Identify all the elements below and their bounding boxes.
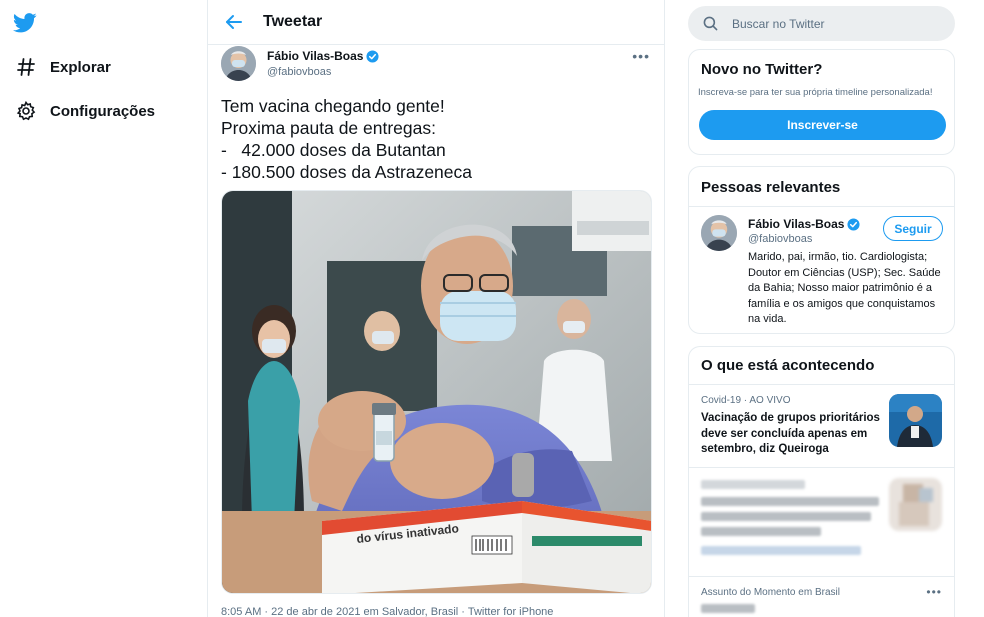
nav-item-label: Configurações <box>50 102 156 120</box>
search-icon <box>703 16 718 31</box>
trend-thumbnail <box>889 394 942 447</box>
person-name-row[interactable]: Fábio Vilas-Boas <box>748 217 861 231</box>
signup-card: Novo no Twitter? Inscreva-se para ter su… <box>688 49 955 155</box>
relevant-people-title: Pessoas relevantes <box>701 179 841 196</box>
blurred-text <box>701 527 821 536</box>
verified-badge-icon <box>366 49 380 63</box>
photo-illustration: do vírus inativado <box>222 191 651 593</box>
left-nav: Explorar Configurações <box>0 0 207 617</box>
blurred-text <box>701 497 879 506</box>
person-bio: Marido, pai, irmão, tio. Cardiologista; … <box>748 251 941 325</box>
trends-card: O que está acontecendo Covid-19 · AO VIV… <box>688 346 955 617</box>
relevant-people-card: Pessoas relevantes Fábio Vilas-Boas @fab… <box>688 166 955 334</box>
trend-thumbnail <box>889 478 942 531</box>
author-handle[interactable]: @fabiovboas <box>267 66 379 78</box>
page-title: Tweetar <box>263 13 323 30</box>
right-sidebar: Novo no Twitter? Inscreva-se para ter su… <box>688 0 955 617</box>
search-box[interactable] <box>688 6 955 41</box>
blurred-text <box>701 512 871 521</box>
tweet-timestamp: 8:05 AM · 22 de abr de 2021 em Salvador,… <box>221 606 554 617</box>
tweet-photo[interactable]: do vírus inativado <box>221 190 652 594</box>
verified-badge-icon <box>847 217 861 231</box>
blurred-text <box>701 546 861 555</box>
author-name[interactable]: Fábio Vilas-Boas <box>267 49 363 63</box>
gear-icon <box>15 100 37 122</box>
main-header: Tweetar <box>208 0 664 45</box>
back-button[interactable] <box>220 8 248 36</box>
nav-item-explorar[interactable]: Explorar <box>15 56 111 78</box>
avatar[interactable] <box>701 215 737 251</box>
trend-item[interactable]: Covid-19 · AO VIVO Vacinação de grupos p… <box>689 385 954 467</box>
tweet-author: Fábio Vilas-Boas @fabiovboas <box>221 46 380 81</box>
trend-item-blurred[interactable] <box>689 468 954 576</box>
twitter-bird-icon[interactable] <box>12 12 37 34</box>
signup-button[interactable]: Inscrever-se <box>699 110 946 140</box>
divider <box>689 206 954 207</box>
avatar[interactable] <box>221 46 256 81</box>
nav-item-configuracoes[interactable]: Configurações <box>15 100 155 122</box>
signup-title: Novo no Twitter? <box>701 61 823 78</box>
more-options-icon[interactable]: ••• <box>632 48 650 64</box>
tweet-line: - 180.500 doses da Astrazeneca <box>221 162 473 182</box>
trend-title: Vacinação de grupos prioritários deve se… <box>701 412 880 455</box>
more-options-icon[interactable]: ••• <box>926 585 942 599</box>
person-handle[interactable]: @fabiovboas <box>748 233 812 245</box>
main-column: Tweetar Fábio Vilas-Boas @fabiovboas •••… <box>207 0 665 617</box>
blurred-text <box>701 604 755 613</box>
trends-title: O que está acontecendo <box>701 357 875 374</box>
arrow-left-icon <box>226 15 242 29</box>
trend-item[interactable]: Assunto do Momento em Brasil ••• <box>689 577 954 617</box>
nav-item-label: Explorar <box>50 58 111 76</box>
trend-category: Assunto do Momento em Brasil <box>701 587 840 598</box>
trend-category: Covid-19 · AO VIVO <box>701 395 791 406</box>
tweet-line: Tem vacina chegando gente! <box>221 96 445 116</box>
tweet-text: Tem vacina chegando gente! Proxima pauta… <box>221 95 472 183</box>
blurred-text <box>701 480 805 489</box>
search-input[interactable] <box>732 16 922 31</box>
tweet-line: Proxima pauta de entregas: <box>221 118 436 138</box>
follow-button[interactable]: Seguir <box>883 216 943 241</box>
person-name: Fábio Vilas-Boas <box>748 217 845 231</box>
signup-description: Inscreva-se para ter sua própria timelin… <box>698 87 933 98</box>
hashtag-icon <box>15 56 37 78</box>
tweet-line: - 42.000 doses da Butantan <box>221 140 446 160</box>
